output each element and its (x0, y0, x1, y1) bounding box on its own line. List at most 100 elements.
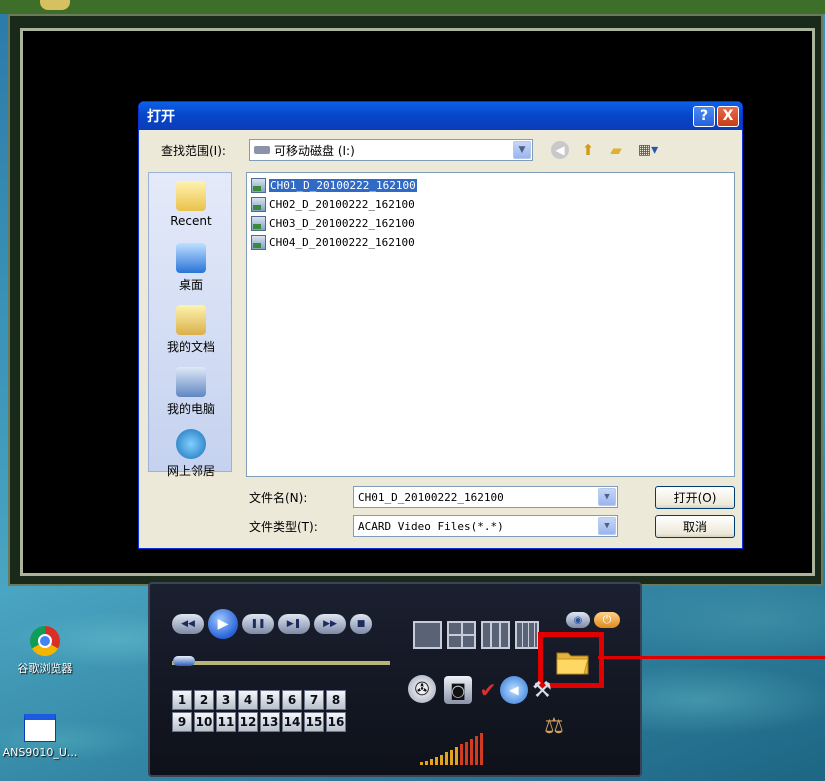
channel-button[interactable]: 13 (260, 712, 280, 732)
desktop-icon-app[interactable]: ANS9010_U... (2, 714, 78, 759)
place-label: 我的文档 (166, 340, 215, 354)
list-item[interactable]: CH01_D_20100222_162100 (251, 176, 730, 195)
list-item[interactable]: CH04_D_20100222_162100 (251, 233, 730, 252)
volume-slider[interactable] (420, 732, 495, 766)
lookin-row: 查找范围(I): 可移动磁盘 (I:) ▼ ◀ ⬆ ▰ ▦▾ (161, 139, 661, 161)
video-file-icon (251, 235, 266, 250)
filename-label: 文件名(N): (249, 490, 308, 505)
desktop-icon-label: ANS9010_U... (2, 746, 78, 759)
help-button[interactable]: ? (693, 105, 715, 127)
callout-line (598, 656, 825, 659)
layout-16-button[interactable] (515, 621, 539, 649)
step-forward-button[interactable]: ▶❚ (278, 614, 310, 634)
places-bar: Recent 桌面 我的文档 我的电脑 网上邻居 (148, 172, 233, 478)
channel-button[interactable]: 14 (282, 712, 302, 732)
eye-toggle-icon[interactable]: ◉ (566, 612, 590, 628)
video-file-icon (251, 197, 266, 212)
place-desktop[interactable]: 桌面 (149, 243, 233, 293)
file-name: CH02_D_20100222_162100 (269, 198, 415, 211)
filetype-select[interactable]: ACARD Video Files(*.*) ▼ (353, 515, 618, 537)
removable-drive-icon (254, 146, 270, 154)
channel-button[interactable]: 2 (194, 690, 214, 710)
open-file-dialog: 打开 ? X 查找范围(I): 可移动磁盘 (I:) ▼ ◀ ⬆ ▰ ▦▾ Re… (138, 101, 743, 549)
video-file-icon (251, 178, 266, 193)
fast-forward-button[interactable]: ▶▶ (314, 614, 346, 634)
place-my-documents[interactable]: 我的文档 (149, 305, 233, 355)
play-button[interactable]: ▶ (208, 609, 238, 639)
new-folder-icon[interactable]: ▰ (607, 141, 625, 159)
channel-button[interactable]: 4 (238, 690, 258, 710)
filetype-row: 文件类型(T): ACARD Video Files(*.*) ▼ (249, 515, 618, 537)
place-label: Recent (170, 214, 212, 228)
desktop-icon (176, 243, 206, 273)
chevron-down-icon[interactable]: ▼ (513, 141, 531, 159)
channel-button[interactable]: 5 (260, 690, 280, 710)
chevron-down-icon[interactable]: ▼ (598, 488, 616, 506)
place-label: 网上邻居 (166, 464, 215, 478)
stop-button[interactable]: ■ (350, 614, 372, 634)
desktop-icon-browser[interactable]: 谷歌浏览器 (6, 626, 84, 676)
player-control-panel: ◀◀ ▶ ❚❚ ▶❚ ▶▶ ■ ◉ ⏻ ✇ ◙ ✔ ◀ ⚒ ⚖ 1 2 3 4 … (148, 582, 642, 777)
channel-button[interactable]: 9 (172, 712, 192, 732)
video-file-icon (251, 216, 266, 231)
seek-handle[interactable] (173, 656, 195, 666)
place-label: 桌面 (178, 278, 203, 292)
brush-icon[interactable]: ✔ (474, 676, 502, 704)
power-icon[interactable]: ⏻ (594, 612, 620, 628)
backup-icon[interactable]: ◀ (500, 676, 528, 704)
channel-button[interactable]: 15 (304, 712, 324, 732)
desktop-icon-label: 谷歌浏览器 (17, 662, 73, 675)
my-computer-icon (176, 367, 206, 397)
channel-button[interactable]: 16 (326, 712, 346, 732)
lookin-combobox[interactable]: 可移动磁盘 (I:) ▼ (249, 139, 533, 161)
layout-4-button[interactable] (447, 621, 476, 649)
channel-button[interactable]: 3 (216, 690, 236, 710)
my-documents-icon (176, 305, 206, 335)
list-item[interactable]: CH02_D_20100222_162100 (251, 195, 730, 214)
dialog-title: 打开 (147, 109, 175, 125)
channel-button[interactable]: 8 (326, 690, 346, 710)
open-button[interactable]: 打开(O) (655, 486, 735, 509)
film-reel-icon[interactable]: ✇ (408, 675, 436, 703)
place-network[interactable]: 网上邻居 (149, 429, 233, 479)
rewind-button[interactable]: ◀◀ (172, 614, 204, 634)
cancel-button[interactable]: 取消 (655, 515, 735, 538)
dialog-titlebar[interactable]: 打开 ? X (139, 102, 742, 130)
channel-button[interactable]: 10 (194, 712, 214, 732)
filename-input[interactable]: CH01_D_20100222_162100 ▼ (353, 486, 618, 508)
up-folder-icon[interactable]: ⬆ (579, 141, 597, 159)
back-icon[interactable]: ◀ (551, 141, 569, 159)
channel-button[interactable]: 6 (282, 690, 302, 710)
view-menu-icon[interactable]: ▦▾ (635, 141, 661, 159)
wrench-icon[interactable]: ⚒ (528, 676, 556, 704)
pause-button[interactable]: ❚❚ (242, 614, 274, 634)
file-name: CH01_D_20100222_162100 (269, 179, 417, 192)
file-name: CH04_D_20100222_162100 (269, 236, 415, 249)
filename-row: 文件名(N): CH01_D_20100222_162100 ▼ (249, 486, 618, 508)
channel-button[interactable]: 12 (238, 712, 258, 732)
application-window-icon (24, 714, 56, 742)
gavel-icon[interactable]: ⚖ (540, 712, 568, 740)
close-button[interactable]: X (717, 105, 739, 127)
list-item[interactable]: CH03_D_20100222_162100 (251, 214, 730, 233)
titlebar-buttons: ? X (693, 105, 739, 127)
channel-button[interactable]: 1 (172, 690, 192, 710)
lookin-value: 可移动磁盘 (I:) (274, 143, 355, 158)
chrome-icon (30, 626, 60, 656)
file-name: CH03_D_20100222_162100 (269, 217, 415, 230)
chevron-down-icon[interactable]: ▼ (598, 517, 616, 535)
file-list[interactable]: CH01_D_20100222_162100 CH02_D_20100222_1… (246, 172, 735, 477)
camera-icon[interactable]: ◙ (444, 676, 472, 704)
network-icon (176, 429, 206, 459)
place-recent[interactable]: Recent (149, 181, 233, 228)
channel-button[interactable]: 7 (304, 690, 324, 710)
layout-9-button[interactable] (481, 621, 510, 649)
top-strip-decoration (40, 0, 70, 10)
filetype-label: 文件类型(T): (249, 519, 318, 534)
recent-folder-icon (176, 181, 206, 211)
filename-value: CH01_D_20100222_162100 (358, 490, 504, 504)
place-my-computer[interactable]: 我的电脑 (149, 367, 233, 417)
seek-bar[interactable] (172, 661, 390, 665)
layout-1-button[interactable] (413, 621, 442, 649)
channel-button[interactable]: 11 (216, 712, 236, 732)
